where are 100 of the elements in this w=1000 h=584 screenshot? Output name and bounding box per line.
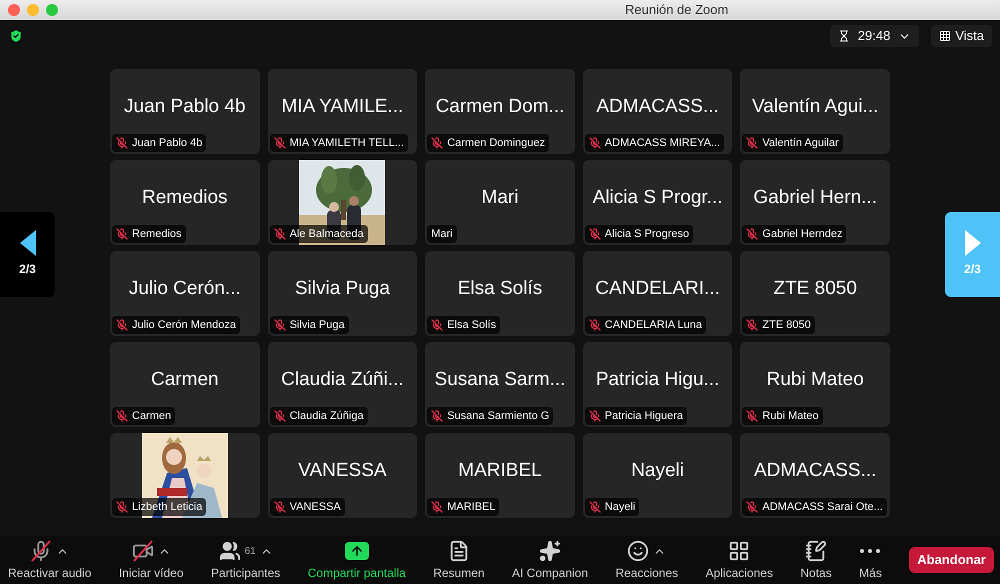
participant-count: 61 (244, 544, 256, 558)
participant-name: Claudia Zúñi... (281, 368, 404, 392)
video-tile[interactable]: Gabriel Hern... Gabriel Herndez (740, 160, 890, 245)
participant-name: Julio Cerón... (128, 277, 241, 302)
left-triangle-icon (20, 230, 36, 256)
participant-name: ADMACASS... (596, 95, 719, 120)
toolbar-button[interactable]: Compartir pantalla (308, 564, 406, 582)
video-tile[interactable]: Ale Balmaceda (268, 160, 418, 245)
label-text: Rubi Mateo (762, 408, 819, 424)
toolbar-button[interactable]: Reacciones (615, 564, 678, 582)
toolbar-button[interactable]: AI Companion (512, 564, 588, 582)
toolbar-button[interactable]: Iniciar vídeo (118, 564, 184, 582)
video-tile[interactable]: Susana Sarm... Susana Sarmiento G (425, 342, 575, 427)
participant-name: Rubi Mateo (766, 368, 864, 392)
participant-name: Patricia Higu... (596, 368, 720, 392)
previous-page-button[interactable]: 2/3 (0, 212, 55, 296)
label-text: Claudia Zúñiga (290, 408, 364, 424)
shield-check-icon[interactable] (8, 28, 24, 44)
participant-name: ZTE 8050 (773, 277, 857, 302)
label-text: Gabriel Herndez (762, 226, 842, 242)
label-text: Patricia Higuera (604, 408, 684, 424)
label-text: Nayeli (604, 500, 636, 515)
timer-button[interactable]: 29:48 (830, 25, 920, 47)
video-tile[interactable]: Carmen Dom... Carmen Dominguez (425, 69, 575, 154)
video-tile[interactable]: Alicia S Progr... Alicia S Progreso (582, 160, 732, 245)
video-tile[interactable]: Elsa Solís Elsa Solís (425, 251, 575, 336)
smiley-icon (627, 540, 650, 562)
video-tile[interactable]: ZTE 8050 ZTE 8050 (740, 251, 890, 336)
label-text: VANESSA (290, 500, 341, 515)
participant-name: CANDELARI... (595, 277, 720, 302)
apps-icon (728, 540, 750, 562)
right-triangle-icon (964, 230, 980, 256)
view-button[interactable]: Vista (931, 25, 992, 47)
label-text: MIA YAMILETH TELL... (290, 136, 404, 151)
sparkle-icon (539, 540, 561, 562)
video-tile[interactable]: Remedios Remedios (110, 160, 260, 245)
toolbar-button[interactable]: Aplicaciones (706, 564, 773, 582)
participant-name: Silvia Puga (294, 277, 390, 302)
participant-name: Remedios (142, 186, 228, 210)
toolbar-button[interactable]: Más (859, 564, 882, 582)
video-tile[interactable]: Patricia Higu... Patricia Higuera (582, 342, 732, 427)
video-tile[interactable]: Nayeli Nayeli (582, 433, 732, 518)
participant-name: MARIBEL (458, 459, 542, 484)
participant-name: Valentín Agui... (752, 95, 878, 120)
video-tile[interactable]: Juan Pablo 4b Juan Pablo 4b (110, 69, 260, 154)
participant-name: Mari (482, 186, 518, 210)
label-text: Elsa Solís (447, 318, 496, 333)
label-text: ADMACASS Sarai Ote... (762, 500, 883, 515)
label-text: Remedios (132, 226, 182, 242)
toolbar-button[interactable]: Reactivar audio (8, 564, 92, 582)
video-tile[interactable]: Carmen Carmen (110, 342, 260, 427)
video-tile[interactable]: ADMACASS... ADMACASS Sarai Ote... (740, 433, 890, 518)
label-text: Valentín Aguilar (762, 136, 839, 151)
participant-name: VANESSA (298, 459, 387, 484)
video-tile[interactable]: Lizbeth Leticia (110, 433, 260, 518)
more-icon (860, 549, 880, 553)
hourglass-icon (838, 30, 850, 42)
participant-name: Juan Pablo 4b (124, 95, 246, 120)
participant-name: Alicia S Progr... (592, 186, 723, 210)
video-tile[interactable]: CANDELARI... CANDELARIA Luna (582, 251, 732, 336)
participant-name: Susana Sarm... (434, 368, 566, 392)
window-title: Reunión de Zoom (625, 1, 728, 20)
participant-name: ADMACASS... (754, 459, 876, 484)
video-tile[interactable]: Silvia Puga Silvia Puga (268, 251, 418, 336)
label-text: MARIBEL (447, 500, 496, 515)
participant-name: Elsa Solís (458, 277, 542, 302)
leave-button[interactable]: Abandonar (909, 547, 994, 573)
label-text: Ale Balmaceda (290, 226, 364, 242)
video-tile[interactable]: ADMACASS... ADMACASS MIREYA... (582, 69, 732, 154)
participant-name: MIA YAMILE... (281, 95, 404, 120)
label-text: Carmen Dominguez (447, 136, 546, 151)
label-text: Mari (431, 226, 453, 242)
label-text: Lizbeth Leticia (132, 500, 202, 515)
video-tile[interactable]: MARIBEL MARIBEL (425, 433, 575, 518)
video-tile[interactable]: MIA YAMILE... MIA YAMILETH TELL... (268, 69, 418, 154)
video-tile[interactable]: VANESSA VANESSA (268, 433, 418, 518)
label-text: ZTE 8050 (762, 318, 811, 333)
grid-icon (939, 30, 952, 42)
video-tile[interactable]: Rubi Mateo Rubi Mateo (740, 342, 890, 427)
people-icon (218, 540, 241, 562)
notepad-icon (805, 540, 828, 562)
label-text: Susana Sarmiento G (447, 408, 550, 424)
participant-name: Carmen (151, 368, 219, 392)
toolbar-button[interactable]: Participantes (210, 564, 280, 582)
video-tile[interactable]: Julio Cerón... Julio Cerón Mendoza (110, 251, 260, 336)
label-text: Silvia Puga (290, 318, 345, 333)
video-tile[interactable]: Claudia Zúñi... Claudia Zúñiga (268, 342, 418, 427)
toolbar-button[interactable]: Resumen (433, 564, 485, 582)
participant-name: Carmen Dom... (436, 95, 564, 120)
label-text: ADMACASS MIREYA... (604, 136, 720, 151)
label-text: CANDELARIA Luna (604, 318, 702, 333)
video-tile[interactable]: Mari Mari (425, 160, 575, 245)
label-text: Carmen (132, 408, 172, 424)
toolbar-button[interactable]: Notas (800, 564, 832, 582)
label-text: Julio Cerón Mendoza (132, 318, 236, 333)
video-tile[interactable]: Valentín Agui... Valentín Aguilar (740, 69, 890, 154)
label-text: Alicia S Progreso (604, 226, 690, 242)
label-text: Juan Pablo 4b (132, 136, 202, 151)
participant-name: Gabriel Hern... (753, 186, 877, 210)
participant-name: Nayeli (631, 459, 684, 484)
